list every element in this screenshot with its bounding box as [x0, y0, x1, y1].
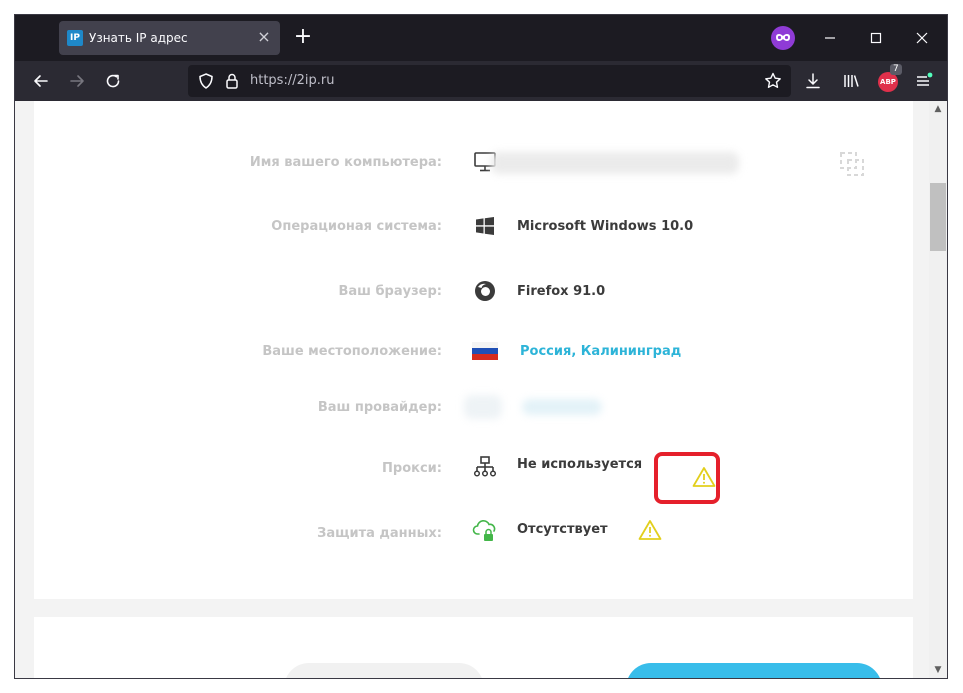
navigation-bar: https://2ip.ru ABP 7 — [15, 61, 947, 101]
downloads-icon[interactable] — [799, 67, 827, 95]
secondary-button[interactable] — [284, 663, 484, 678]
provider-logo-blurred — [464, 395, 502, 419]
provider-name-blurred — [522, 399, 602, 415]
os-value: Microsoft Windows 10.0 — [517, 219, 694, 234]
new-tab-button[interactable]: + — [291, 26, 315, 50]
russia-flag-icon — [472, 341, 498, 361]
adblock-extension-icon[interactable]: ABP — [878, 72, 898, 92]
primary-button[interactable] — [626, 663, 882, 678]
private-browsing-icon — [771, 26, 795, 50]
menu-icon[interactable] — [909, 67, 937, 95]
data-protection-label: Защита данных: — [317, 526, 442, 541]
provider-label: Ваш провайдер: — [317, 400, 442, 415]
forward-arrow-icon[interactable] — [63, 67, 91, 95]
scroll-up-arrow-icon[interactable]: ▲ — [929, 101, 947, 117]
maximize-icon[interactable] — [861, 23, 891, 53]
reload-icon[interactable] — [99, 67, 127, 95]
cloud-lock-icon — [472, 517, 500, 545]
proxy-label: Прокси: — [382, 461, 442, 476]
bookmark-star-icon[interactable] — [761, 69, 785, 93]
browser-label: Ваш браузер: — [338, 284, 442, 299]
proxy-value: Не используется — [517, 457, 643, 472]
scroll-down-arrow-icon[interactable]: ▼ — [929, 662, 947, 678]
scroll-thumb[interactable] — [930, 183, 946, 251]
tab-bar: IP Узнать IP адрес × + — [15, 15, 947, 61]
page-content: Имя вашего компьютера: Операционая систе… — [15, 101, 929, 678]
library-icon[interactable] — [837, 67, 865, 95]
firefox-icon — [472, 278, 498, 304]
browser-value: Firefox 91.0 — [517, 284, 606, 299]
browser-window: IP Узнать IP адрес × + https://2ip.ru AB… — [15, 15, 947, 678]
extension-badge: 7 — [890, 64, 902, 75]
computer-name-blurred — [491, 152, 739, 174]
shield-icon[interactable] — [194, 69, 218, 93]
location-link[interactable]: Россия, Калининград — [520, 344, 681, 360]
vertical-scrollbar[interactable]: ▲ ▼ — [929, 101, 947, 678]
favicon-icon: IP — [67, 30, 83, 46]
tab-close-icon[interactable]: × — [256, 29, 272, 45]
highlight-box — [654, 452, 720, 504]
location-label: Ваше местоположение: — [262, 344, 442, 359]
bottom-card — [34, 617, 913, 678]
lock-icon[interactable] — [220, 69, 244, 93]
info-card: Имя вашего компьютера: Операционая систе… — [34, 101, 913, 599]
url-text: https://2ip.ru — [250, 73, 335, 88]
window-close-icon[interactable] — [907, 23, 937, 53]
url-bar[interactable]: https://2ip.ru — [188, 65, 791, 97]
os-label: Операционая система: — [271, 219, 442, 234]
tab-title: Узнать IP адрес — [89, 31, 188, 45]
computer-name-label: Имя вашего компьютера: — [249, 155, 442, 170]
minimize-icon[interactable] — [815, 23, 845, 53]
network-icon — [472, 454, 498, 480]
data-protection-warning-icon[interactable] — [638, 519, 662, 541]
back-arrow-icon[interactable] — [27, 67, 55, 95]
data-protection-value: Отсутствует — [517, 522, 608, 537]
copy-icon[interactable] — [837, 149, 867, 179]
tab-active[interactable]: IP Узнать IP адрес × — [59, 21, 280, 55]
windows-icon — [472, 213, 498, 239]
